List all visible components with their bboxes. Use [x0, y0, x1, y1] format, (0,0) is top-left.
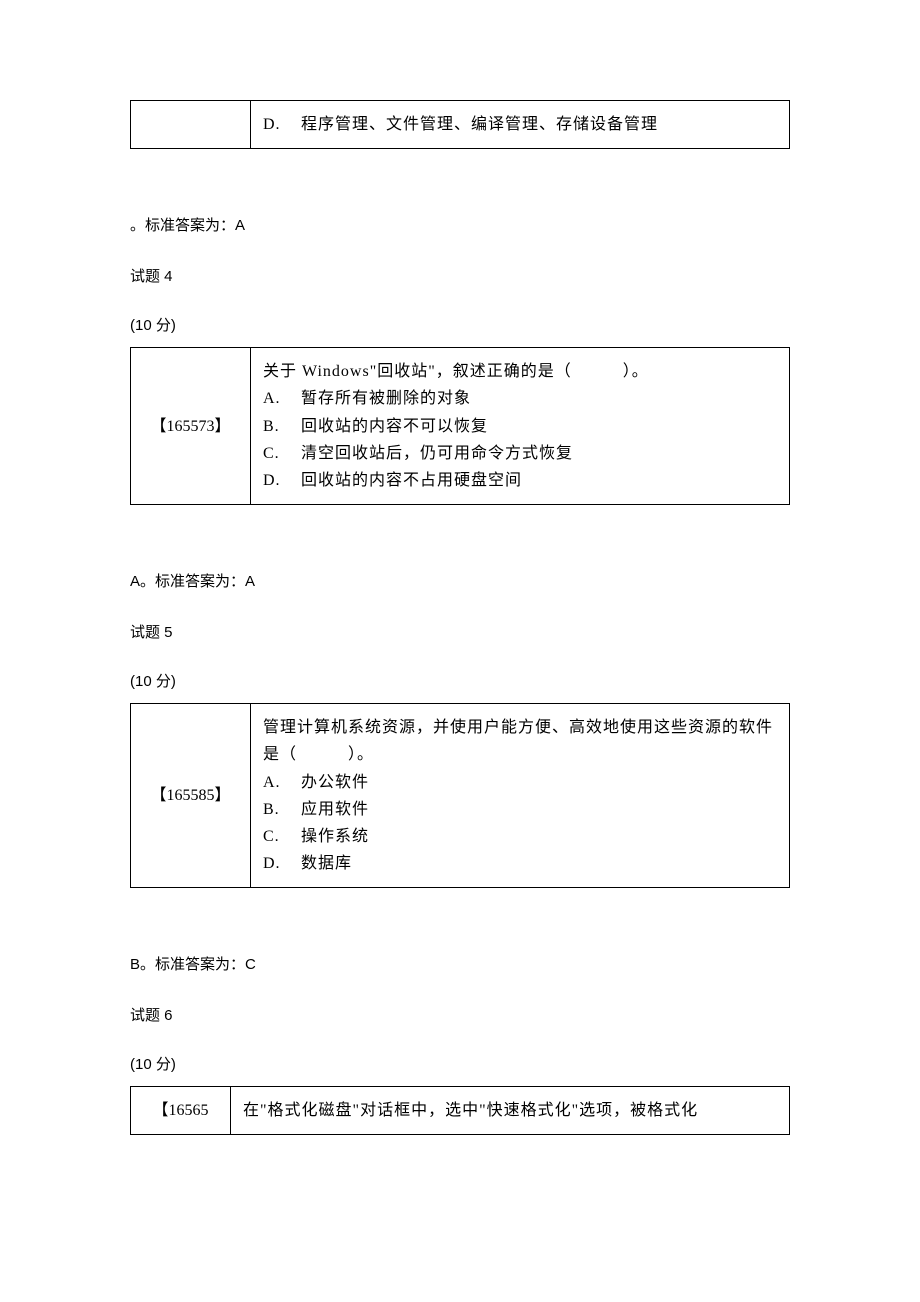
option-d: D.回收站的内容不占用硬盘空间 [263, 467, 777, 494]
option-b: B.回收站的内容不可以恢复 [263, 413, 777, 440]
option-d: D.程序管理、文件管理、编译管理、存储设备管理 [263, 111, 777, 138]
question-content-cell: 关于 Windows"回收站"，叙述正确的是（ ）。 A.暂存所有被删除的对象 … [251, 348, 790, 505]
points-label: (10 分) [130, 1053, 790, 1074]
option-label: B. [263, 796, 301, 823]
option-text: 办公软件 [301, 774, 369, 791]
points-label: (10 分) [130, 314, 790, 335]
option-c: C.操作系统 [263, 823, 777, 850]
option-label: A. [263, 385, 301, 412]
question-label: 试题 6 [130, 1004, 790, 1025]
option-text: 应用软件 [301, 801, 369, 818]
table-row: 【165585】 管理计算机系统资源，并使用户能方便、高效地使用这些资源的软件是… [131, 704, 790, 888]
table-row: D.程序管理、文件管理、编译管理、存储设备管理 [131, 101, 790, 149]
option-d: D.数据库 [263, 850, 777, 877]
question-content-cell: 管理计算机系统资源，并使用户能方便、高效地使用这些资源的软件是（ ）。 A.办公… [251, 704, 790, 888]
option-label: C. [263, 440, 301, 467]
option-label: D. [263, 467, 301, 494]
table-row: 【165573】 关于 Windows"回收站"，叙述正确的是（ ）。 A.暂存… [131, 348, 790, 505]
option-b: B.应用软件 [263, 796, 777, 823]
answer-text: A。标准答案为：A [130, 570, 790, 591]
option-label: C. [263, 823, 301, 850]
question-content-cell: 在"格式化磁盘"对话框中，选中"快速格式化"选项，被格式化 [231, 1087, 790, 1135]
question-3-table: D.程序管理、文件管理、编译管理、存储设备管理 [130, 100, 790, 149]
question-id-cell: 【16565 [131, 1087, 231, 1135]
option-text: 数据库 [301, 855, 352, 872]
question-id-cell: 【165585】 [131, 704, 251, 888]
question-stem: 在"格式化磁盘"对话框中，选中"快速格式化"选项，被格式化 [243, 1097, 777, 1124]
answer-text: 。标准答案为：A [130, 214, 790, 235]
option-text: 程序管理、文件管理、编译管理、存储设备管理 [301, 116, 658, 133]
question-stem: 关于 Windows"回收站"，叙述正确的是（ ）。 [263, 358, 777, 385]
question-label: 试题 5 [130, 621, 790, 642]
question-5-table: 【165585】 管理计算机系统资源，并使用户能方便、高效地使用这些资源的软件是… [130, 703, 790, 888]
question-stem: 管理计算机系统资源，并使用户能方便、高效地使用这些资源的软件是（ ）。 [263, 714, 777, 768]
question-6-table: 【16565 在"格式化磁盘"对话框中，选中"快速格式化"选项，被格式化 [130, 1086, 790, 1135]
option-a: A.暂存所有被删除的对象 [263, 385, 777, 412]
option-text: 清空回收站后，仍可用命令方式恢复 [301, 445, 573, 462]
option-a: A.办公软件 [263, 769, 777, 796]
question-4-table: 【165573】 关于 Windows"回收站"，叙述正确的是（ ）。 A.暂存… [130, 347, 790, 505]
question-label: 试题 4 [130, 265, 790, 286]
option-label: D. [263, 850, 301, 877]
question-id-cell [131, 101, 251, 149]
answer-text: B。标准答案为：C [130, 953, 790, 974]
option-text: 回收站的内容不可以恢复 [301, 418, 488, 435]
option-label: B. [263, 413, 301, 440]
points-label: (10 分) [130, 670, 790, 691]
option-text: 暂存所有被删除的对象 [301, 390, 471, 407]
question-content-cell: D.程序管理、文件管理、编译管理、存储设备管理 [251, 101, 790, 149]
option-c: C.清空回收站后，仍可用命令方式恢复 [263, 440, 777, 467]
table-row: 【16565 在"格式化磁盘"对话框中，选中"快速格式化"选项，被格式化 [131, 1087, 790, 1135]
option-label: D. [263, 111, 301, 138]
option-label: A. [263, 769, 301, 796]
question-id-cell: 【165573】 [131, 348, 251, 505]
option-text: 操作系统 [301, 828, 369, 845]
option-text: 回收站的内容不占用硬盘空间 [301, 472, 522, 489]
